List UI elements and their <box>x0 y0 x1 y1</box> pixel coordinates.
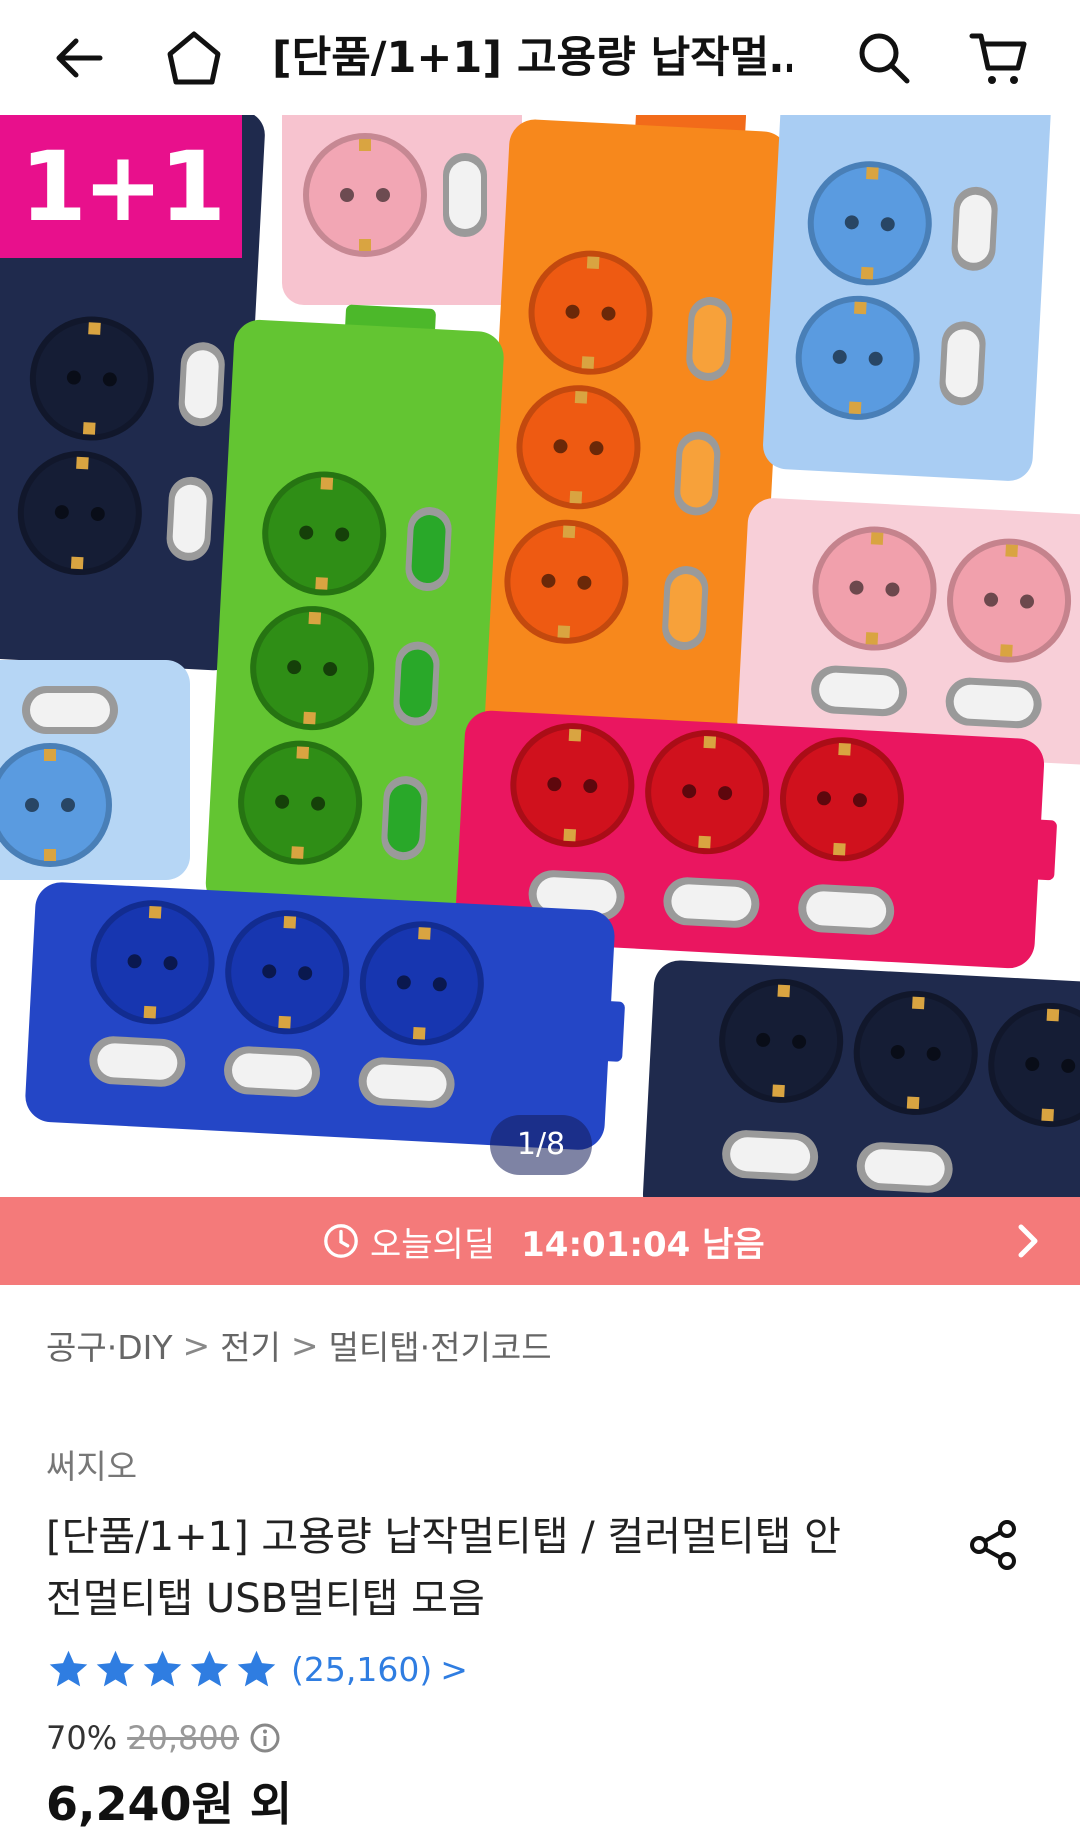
breadcrumb-item-multitap[interactable]: 멀티탭·전기코드 <box>329 1321 552 1369</box>
star-rating <box>46 1647 281 1692</box>
image-counter: 1/8 <box>490 1115 592 1175</box>
product-photo <box>0 115 1080 1197</box>
review-chevron[interactable]: > <box>440 1650 468 1689</box>
todays-deal-bar[interactable]: 오늘의딜 14:01:04 남음 <box>0 1197 1080 1285</box>
star-icon <box>140 1647 185 1692</box>
price-discount-row: 70% 20,800 <box>46 1714 281 1762</box>
page-title: [단품/1+1] 고용량 납작멀… <box>272 33 792 83</box>
product-image-carousel[interactable]: 1+1 1/8 <box>0 115 1080 1197</box>
original-price: 20,800 <box>127 1719 240 1757</box>
rating-row[interactable]: (25,160) > <box>46 1644 468 1694</box>
breadcrumb: 공구·DIY > 전기 > 멀티탭·전기코드 <box>46 1320 552 1370</box>
product-title: [단품/1+1] 고용량 납작멀티탭 / 컬러멀티탭 안전멀티탭 USB멀티탭 … <box>46 1514 841 1622</box>
deal-label: 오늘의딜 <box>370 1224 496 1265</box>
deal-countdown: 14:01:04 남음 <box>521 1224 765 1265</box>
star-icon <box>187 1647 232 1692</box>
top-bar: [단품/1+1] 고용량 납작멀… <box>0 0 1080 115</box>
share-icon[interactable] <box>958 1510 1028 1580</box>
cart-icon[interactable] <box>962 22 1034 94</box>
breadcrumb-separator: > <box>290 1325 319 1365</box>
star-icon <box>234 1647 279 1692</box>
discount-rate: 70% <box>46 1719 118 1757</box>
breadcrumb-item-tools-diy[interactable]: 공구·DIY <box>46 1321 173 1369</box>
chevron-right-icon <box>1018 1224 1038 1258</box>
breadcrumb-separator: > <box>182 1325 211 1365</box>
info-icon[interactable] <box>249 1722 281 1754</box>
home-icon[interactable] <box>158 22 230 94</box>
clock-icon <box>324 1224 358 1258</box>
back-arrow-icon[interactable] <box>44 22 116 94</box>
star-icon <box>93 1647 138 1692</box>
sale-price: 6,240원 외 <box>46 1777 293 1831</box>
search-icon[interactable] <box>848 22 920 94</box>
star-icon <box>46 1647 91 1692</box>
one-plus-one-badge: 1+1 <box>0 115 242 258</box>
brand-name[interactable]: 써지오 <box>46 1440 137 1488</box>
review-count[interactable]: (25,160) <box>291 1650 432 1689</box>
breadcrumb-item-electric[interactable]: 전기 <box>220 1321 281 1369</box>
